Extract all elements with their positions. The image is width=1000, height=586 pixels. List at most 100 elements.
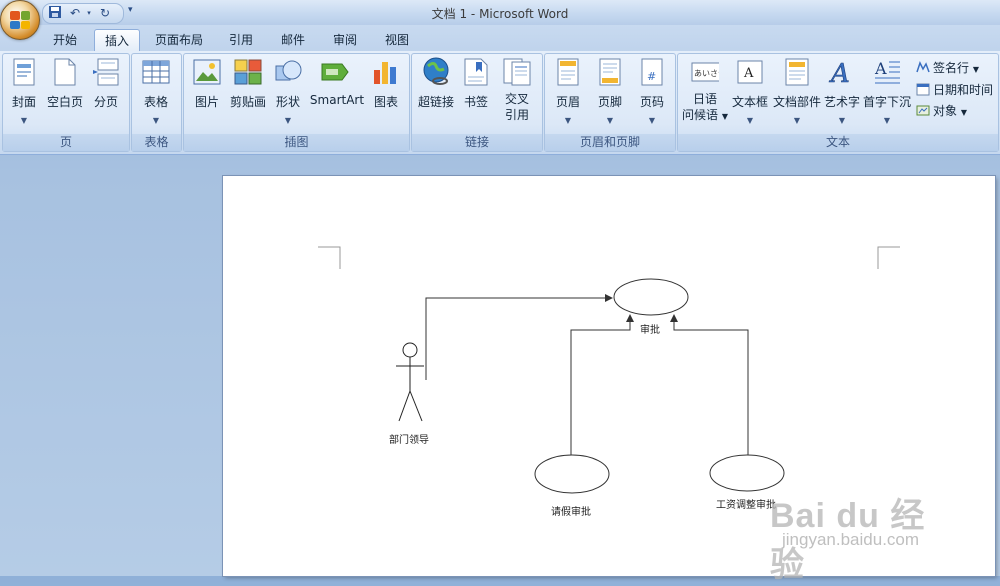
svg-text:あいさつ: あいさつ — [694, 69, 719, 78]
chevron-down-icon: ▼ — [793, 116, 801, 125]
picture-button[interactable]: 图片 — [188, 57, 226, 110]
group-label-header-footer: 页眉和页脚 — [545, 134, 675, 151]
approve-label: 审批 — [640, 325, 660, 336]
japanese-greetings-icon: あいさつ — [691, 57, 719, 87]
bookmark-button[interactable]: 书签 — [458, 57, 494, 110]
cross-reference-button[interactable]: 交叉 引用 — [496, 57, 538, 123]
cross-reference-icon — [503, 57, 531, 87]
wordart-icon: A — [828, 57, 856, 87]
japanese-greetings-label-line1: 日语 — [692, 92, 717, 106]
quick-parts-icon — [783, 57, 811, 87]
chevron-down-icon: ▼ — [883, 116, 891, 125]
group-links: 超链接 书签 交叉 引用 链接 — [411, 53, 543, 152]
bookmark-icon — [462, 57, 490, 87]
japanese-greetings-label: 日语 问候语 ▼ — [680, 91, 730, 125]
blank-page-button[interactable]: 空白页 — [45, 57, 85, 110]
baidu-watermark: Bai du 经验 jingyan.baidu.com — [760, 470, 960, 584]
group-label-links: 链接 — [412, 134, 542, 151]
tab-view[interactable]: 视图 — [376, 29, 418, 51]
textbox-label: 文本框 — [731, 95, 768, 109]
wordart-button[interactable]: A 艺术字 ▼ — [822, 57, 862, 126]
signature-line-button[interactable]: 签名行 ▼ — [916, 59, 979, 77]
quick-access-toolbar: ↶ ▾ ↻ — [42, 3, 124, 24]
footer-button[interactable]: 页脚 ▼ — [591, 57, 629, 126]
footer-icon — [596, 57, 624, 87]
tab-review[interactable]: 审阅 — [324, 29, 366, 51]
tab-insert[interactable]: 插入 — [94, 29, 140, 52]
cover-page-button[interactable]: 封面 ▼ — [5, 57, 43, 126]
group-label-pages: 页 — [3, 134, 129, 151]
group-illustrations: 图片 剪贴画 形状 ▼ SmartArt 图表 插图 — [183, 53, 410, 152]
save-icon[interactable] — [47, 5, 63, 21]
page-number-button[interactable]: # 页码 ▼ — [633, 57, 671, 126]
page-break-label: 分页 — [93, 95, 118, 109]
cover-page-label: 封面 — [11, 95, 36, 109]
bookmark-label: 书签 — [463, 95, 488, 109]
margin-mark-top-right — [877, 246, 900, 269]
table-label: 表格 — [143, 95, 168, 109]
wordart-label: 艺术字 — [823, 95, 860, 109]
svg-text:A: A — [874, 59, 887, 78]
tab-references[interactable]: 引用 — [220, 29, 262, 51]
drop-cap-icon: A — [873, 57, 901, 87]
clipart-button[interactable]: 剪贴画 — [228, 57, 268, 110]
object-button[interactable]: 对象 ▼ — [916, 102, 967, 120]
ribbon: 封面 ▼ 空白页 分页 页 表格 ▼ 表格 图片 剪贴画 形状 ▼ SmartA… — [0, 51, 1000, 155]
picture-label: 图片 — [194, 95, 219, 109]
group-pages: 封面 ▼ 空白页 分页 页 — [2, 53, 130, 152]
leave-label: 请假审批 — [551, 507, 591, 518]
quick-parts-label: 文档部件 — [772, 95, 821, 109]
chart-icon — [372, 57, 400, 87]
chevron-down-icon: ▼ — [838, 116, 846, 125]
redo-icon[interactable]: ↻ — [97, 5, 113, 21]
cross-reference-label-line2: 引用 — [504, 108, 529, 122]
cross-reference-label-line1: 交叉 — [504, 92, 529, 106]
japanese-greetings-label-line2: 问候语 ▼ — [682, 108, 728, 122]
japanese-greetings-button[interactable]: あいさつ 日语 问候语 ▼ — [680, 57, 730, 125]
date-time-button[interactable]: 日期和时间 — [916, 81, 993, 99]
chevron-down-icon: ▼ — [152, 116, 160, 125]
page-break-button[interactable]: 分页 — [87, 57, 125, 110]
group-tables: 表格 ▼ 表格 — [131, 53, 182, 152]
chevron-down-icon: ▼ — [648, 116, 656, 125]
association-line — [425, 294, 613, 380]
chevron-down-icon: ▼ — [972, 65, 979, 74]
office-button[interactable] — [0, 0, 40, 40]
header-button[interactable]: 页眉 ▼ — [549, 57, 587, 126]
drop-cap-label: 首字下沉 — [862, 95, 911, 109]
quick-parts-button[interactable]: 文档部件 ▼ — [772, 57, 822, 126]
tab-page-layout[interactable]: 页面布局 — [146, 29, 212, 51]
clipart-label: 剪贴画 — [229, 95, 266, 109]
actor-figure[interactable] — [396, 342, 424, 422]
smartart-label: SmartArt — [309, 93, 365, 107]
smartart-button[interactable]: SmartArt — [308, 57, 366, 107]
shapes-button[interactable]: 形状 ▼ — [270, 57, 306, 126]
calendar-icon — [916, 83, 930, 96]
page-number-label: 页码 — [639, 95, 664, 109]
use-case-approve[interactable] — [613, 278, 689, 316]
chart-button[interactable]: 图表 — [368, 57, 404, 110]
drop-cap-button[interactable]: A 首字下沉 ▼ — [862, 57, 912, 126]
svg-text:#: # — [647, 70, 656, 83]
hyperlink-button[interactable]: 超链接 — [414, 57, 458, 110]
ribbon-tabs: 开始 插入 页面布局 引用 邮件 审阅 视图 — [0, 25, 1000, 52]
tab-home[interactable]: 开始 — [44, 29, 86, 51]
group-label-text: 文本 — [678, 134, 998, 151]
generalization-line-leave — [570, 314, 634, 455]
office-logo-icon — [10, 11, 30, 29]
chart-label: 图表 — [373, 95, 398, 109]
header-label: 页眉 — [555, 95, 580, 109]
table-button[interactable]: 表格 ▼ — [136, 57, 176, 126]
svg-text:A: A — [743, 66, 754, 81]
undo-dropdown-icon[interactable]: ▾ — [81, 5, 97, 21]
tab-mailings[interactable]: 邮件 — [272, 29, 314, 51]
page-break-icon — [92, 57, 120, 87]
chevron-down-icon: ▼ — [20, 116, 28, 125]
object-icon — [916, 104, 930, 117]
textbox-button[interactable]: A 文本框 ▼ — [730, 57, 770, 126]
footer-label: 页脚 — [597, 95, 622, 109]
use-case-leave[interactable] — [534, 454, 610, 494]
generalization-line-salary — [670, 314, 749, 455]
margin-mark-top-left — [318, 246, 341, 269]
customize-qat-icon[interactable]: ▾ — [128, 5, 133, 15]
